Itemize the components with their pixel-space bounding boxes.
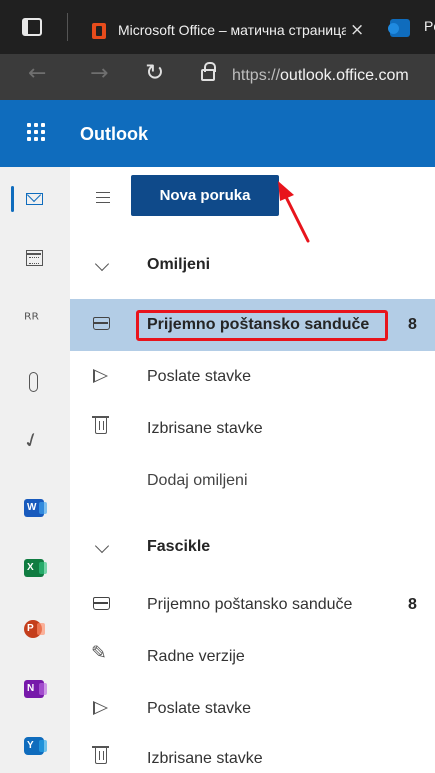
hamburger-menu-icon[interactable] [96, 192, 110, 203]
tab-title: Po [424, 18, 435, 34]
yammer-icon: Y [24, 737, 47, 755]
add-favorite-link[interactable]: Dodaj omiljeni [70, 455, 435, 507]
folder-label: Izbrisane stavke [147, 750, 263, 767]
section-label: Fascikle [147, 538, 211, 555]
folder-label: Poslate stavke [147, 368, 252, 385]
folder-item-sent-favorite[interactable]: Poslate stavke [70, 351, 435, 403]
rail-item-word[interactable]: W [0, 489, 70, 529]
reload-icon[interactable]: ↻ [145, 60, 164, 86]
rail-item-onenote[interactable]: N [0, 670, 70, 710]
excel-icon: X [24, 559, 47, 577]
folder-label: Izbrisane stavke [147, 420, 263, 437]
tab-separator [67, 13, 68, 41]
url-scheme: https:// [232, 67, 281, 84]
powerpoint-icon: P [24, 620, 45, 638]
address-bar-url[interactable]: https://outlook.office.com [232, 67, 409, 85]
inbox-icon [93, 597, 110, 610]
back-arrow-icon[interactable]: ← [28, 61, 46, 86]
mail-icon [26, 193, 43, 205]
unread-count-badge: 8 [408, 596, 417, 613]
browser-tab-strip: Microsoft Office – матична страница × Po [0, 0, 435, 54]
tab-actions-icon[interactable] [22, 18, 42, 36]
inbox-icon [93, 317, 110, 330]
rail-item-powerpoint[interactable]: P [0, 610, 70, 650]
outlook-favicon-icon [388, 19, 410, 37]
trash-icon [92, 746, 109, 764]
outlook-header: Outlook [0, 100, 435, 167]
rail-item-people[interactable]: ᴿᴿ [0, 302, 70, 342]
rail-item-yammer[interactable]: Y [0, 727, 70, 767]
rail-item-mail[interactable] [0, 179, 70, 219]
send-icon [93, 701, 108, 715]
folder-pane: Nova poruka Omiljeni Prijemno poštansko … [70, 167, 435, 773]
folder-item-inbox[interactable]: Prijemno poštansko sanduče 8 [70, 579, 435, 631]
calendar-icon [26, 250, 43, 266]
rail-item-calendar[interactable] [0, 239, 70, 279]
annotation-highlight-box [136, 310, 388, 341]
onenote-icon: N [24, 680, 47, 698]
folder-label: Prijemno poštansko sanduče [147, 596, 353, 613]
annotation-arrow-icon [278, 181, 310, 243]
office-favicon-icon [92, 23, 106, 39]
rail-item-todo[interactable]: ✓ [0, 422, 70, 462]
send-icon [93, 369, 108, 383]
lock-icon[interactable] [201, 62, 216, 81]
close-icon[interactable]: × [350, 20, 364, 40]
folder-item-deleted[interactable]: Izbrisane stavke [70, 733, 435, 773]
address-bar-row: ← → ↻ https://outlook.office.com [0, 54, 435, 100]
rail-item-excel[interactable]: X [0, 549, 70, 589]
attachment-icon [29, 372, 38, 392]
chevron-down-icon[interactable] [94, 538, 110, 554]
section-header-folders[interactable]: Fascikle [70, 521, 435, 573]
tab-title: Microsoft Office – матична страница [118, 22, 346, 38]
folder-item-inbox-favorite[interactable]: Prijemno poštansko sanduče 8 [70, 299, 435, 351]
todo-icon: ✓ [19, 425, 44, 455]
app-rail: ᴿᴿ ✓ W X P N Y [0, 167, 70, 773]
url-host: outlook.office.com [280, 67, 409, 84]
app-name[interactable]: Outlook [80, 124, 148, 145]
folder-item-deleted-favorite[interactable]: Izbrisane stavke [70, 403, 435, 455]
word-icon: W [24, 499, 47, 517]
browser-tab-office[interactable]: Microsoft Office – матична страница × [84, 8, 374, 54]
folder-label: Poslate stavke [147, 700, 252, 717]
folder-item-drafts[interactable]: ✎ Radne verzije [70, 631, 435, 683]
unread-count-badge: 8 [408, 316, 417, 333]
folder-label: Radne verzije [147, 648, 245, 665]
rail-active-indicator [11, 186, 14, 212]
rail-item-files[interactable] [0, 363, 70, 403]
folder-item-sent[interactable]: Poslate stavke [70, 683, 435, 735]
browser-tab-outlook[interactable]: Po [386, 14, 435, 44]
add-favorite-label: Dodaj omiljeni [147, 472, 248, 489]
trash-icon [92, 416, 109, 434]
app-launcher-icon[interactable] [27, 123, 45, 141]
chevron-down-icon[interactable] [94, 256, 110, 272]
section-label: Omiljeni [147, 256, 211, 273]
pencil-icon: ✎ [91, 642, 107, 664]
people-icon: ᴿᴿ [24, 310, 39, 330]
forward-arrow-icon[interactable]: → [90, 61, 108, 86]
